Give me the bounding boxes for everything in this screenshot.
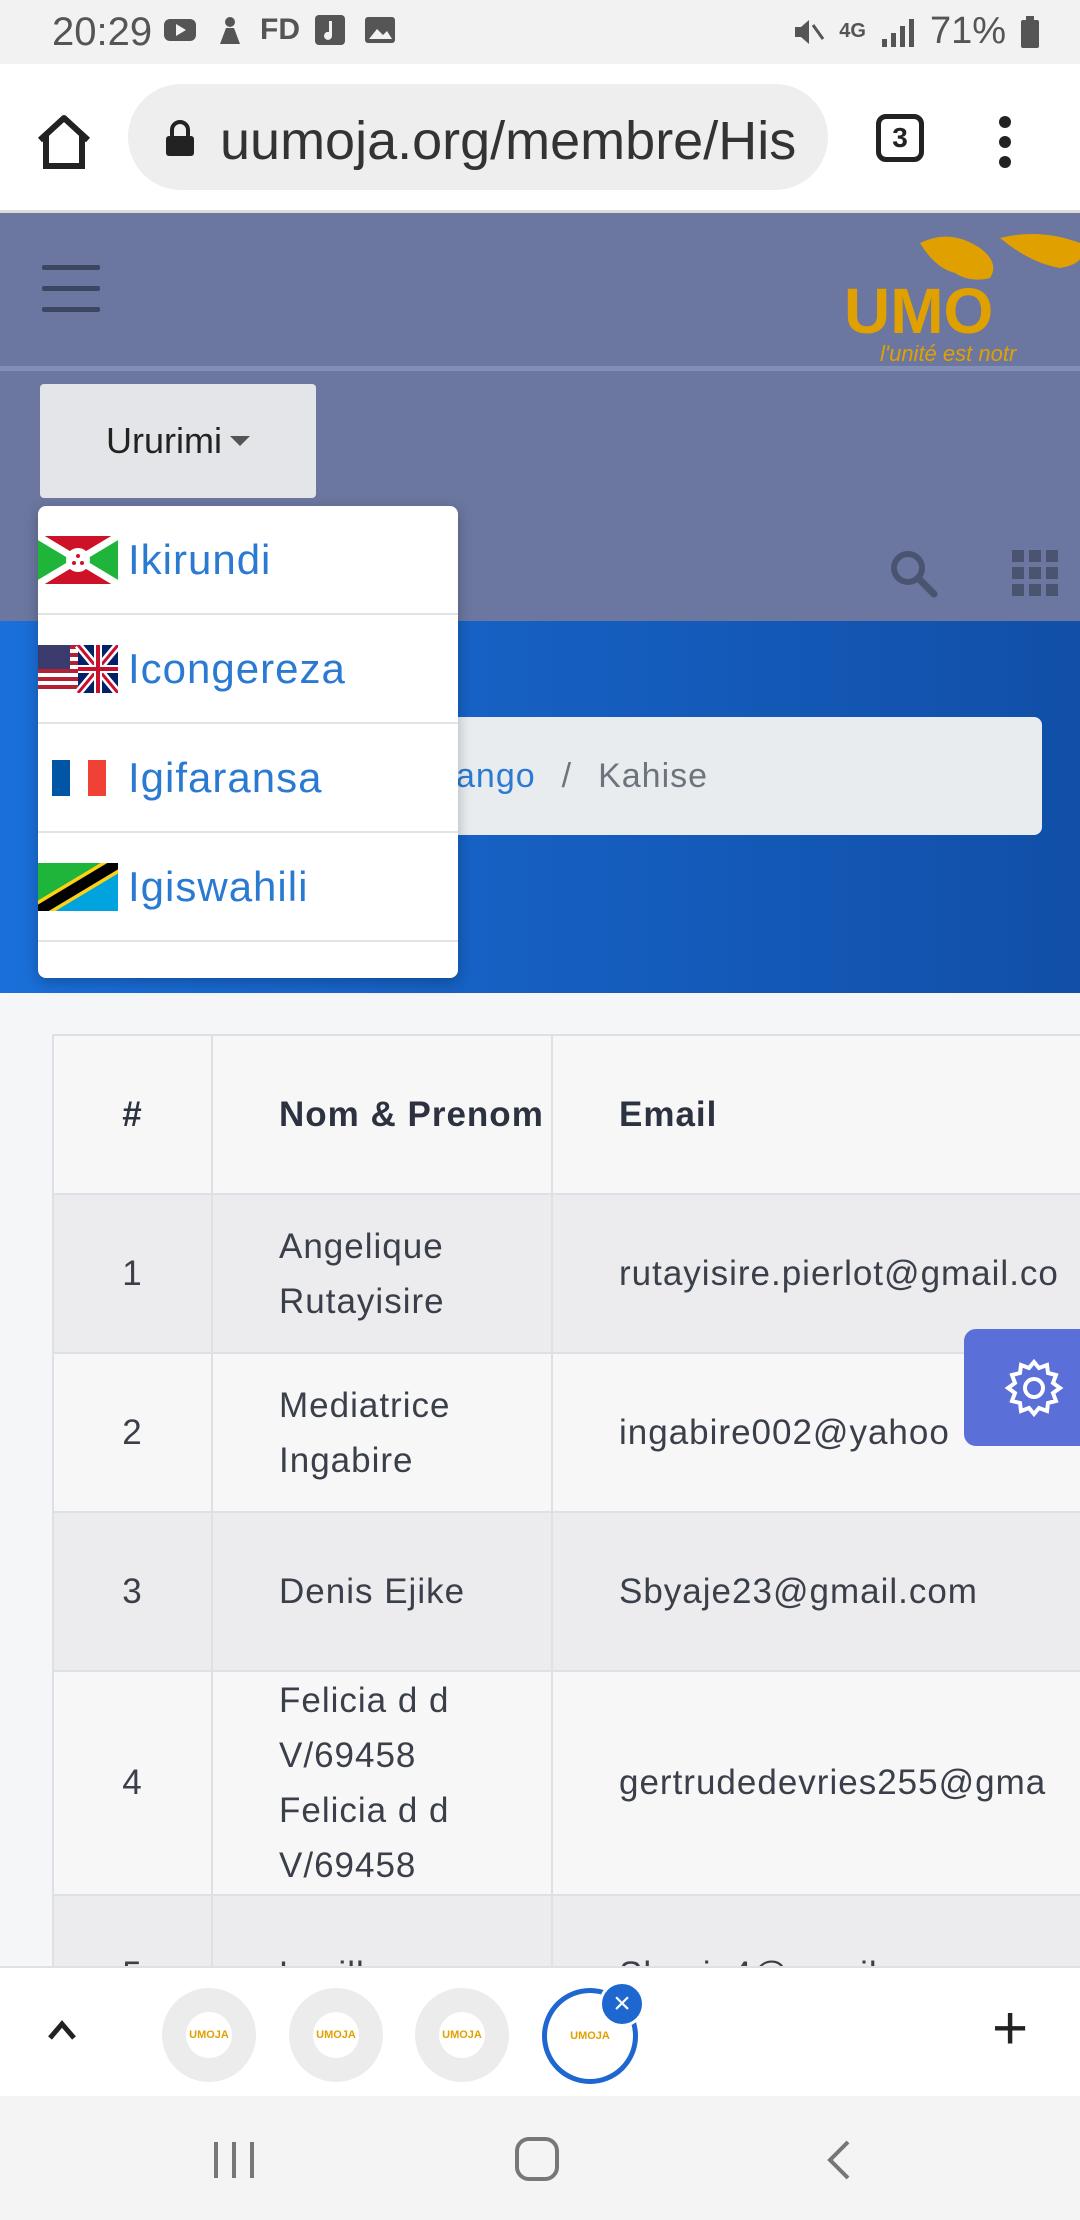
breadcrumb-home-link[interactable]: ango — [456, 757, 536, 796]
recent-apps-icon[interactable] — [212, 2140, 256, 2180]
network-type: 4G — [839, 20, 866, 42]
tab-thumbnail[interactable]: UMOJA — [162, 1988, 256, 2082]
apps-grid-icon[interactable] — [1012, 550, 1058, 596]
status-bar: 20:29 FD 4G 71% — [0, 0, 1080, 64]
column-header-name[interactable]: Nom & Prenom — [211, 1034, 553, 1195]
tab-favicon: UMOJA — [439, 2012, 485, 2058]
gallery-icon — [365, 17, 395, 43]
language-dropdown-button[interactable]: Ururimi — [40, 384, 316, 498]
new-tab-icon[interactable]: + — [992, 1998, 1028, 2060]
table-row: 1 Angelique Rutayisire rutayisire.pierlot… — [52, 1193, 1080, 1354]
row-number: 4 — [52, 1670, 213, 1896]
mute-icon — [795, 19, 825, 44]
logo-tagline: l'unité est notr — [880, 341, 1018, 363]
caret-down-icon — [229, 436, 250, 446]
tanzania-flag-icon — [38, 862, 118, 911]
browser-tab-strip: UMOJA UMOJA UMOJA UMOJA × + — [0, 1966, 1080, 2098]
column-header-number[interactable]: # — [52, 1034, 213, 1195]
signal-icon — [881, 18, 914, 47]
back-nav-icon[interactable] — [824, 2138, 854, 2182]
status-right: 4G 71% — [791, 10, 1040, 53]
more-menu-icon[interactable] — [990, 112, 1020, 172]
name-line: Rutayisire — [279, 1281, 445, 1321]
chevron-up-icon[interactable] — [44, 2012, 80, 2048]
row-number: 3 — [52, 1511, 213, 1672]
close-tab-icon[interactable]: × — [599, 1981, 645, 2027]
tab-switcher-button[interactable]: 3 — [876, 114, 924, 162]
address-bar[interactable]: uumoja.org/membre/His — [128, 84, 828, 190]
app-notification-icon — [220, 17, 240, 44]
search-icon[interactable] — [888, 548, 938, 598]
language-option-igifaransa[interactable]: Igifaransa — [38, 724, 458, 833]
tab-thumbnail[interactable]: UMOJA — [415, 1988, 509, 2082]
members-table-container: # Nom & Prenom Email 1 Angelique Rutayisi… — [52, 1034, 1080, 2055]
row-name: Angelique Rutayisire — [211, 1193, 553, 1354]
lock-icon — [166, 120, 194, 156]
language-option-label: Icongereza — [128, 644, 346, 692]
row-number: 2 — [52, 1352, 213, 1513]
members-table: # Nom & Prenom Email 1 Angelique Rutayisi… — [52, 1034, 1080, 2055]
url-text: uumoja.org/membre/His — [220, 111, 797, 171]
system-navigation-bar — [0, 2096, 1080, 2220]
language-option-ikirundi[interactable]: Ikirundi — [38, 506, 458, 615]
breadcrumb-current: Kahise — [598, 756, 709, 795]
home-icon[interactable] — [32, 110, 96, 174]
name-line: Ingabire — [279, 1440, 414, 1480]
tab-thumbnail[interactable]: UMOJA — [289, 1988, 383, 2082]
table-header-row: # Nom & Prenom Email — [52, 1034, 1080, 1195]
table-row: 2 Mediatrice Ingabire ingabire002@yahoo — [52, 1352, 1080, 1513]
name-line: Mediatrice — [279, 1385, 451, 1425]
settings-floating-button[interactable] — [964, 1329, 1080, 1446]
uk-us-flag-icon — [38, 644, 118, 693]
row-email: Sbyaje23@gmail.com — [551, 1511, 1080, 1672]
logo-text: UMO — [844, 275, 993, 347]
gear-icon — [1004, 1358, 1064, 1417]
language-option-label: Igiswahili — [128, 862, 309, 910]
youtube-icon — [164, 19, 196, 41]
hamburger-menu-icon[interactable] — [42, 265, 100, 313]
music-icon — [315, 15, 345, 45]
table-row: 3 Denis Ejike Sbyaje23@gmail.com — [52, 1511, 1080, 1672]
name-line: Felicia d d — [279, 1791, 450, 1830]
home-nav-icon[interactable] — [514, 2136, 560, 2182]
fd-icon: FD — [260, 13, 300, 46]
language-option-label: Igifaransa — [128, 753, 323, 801]
row-name: Mediatrice Ingabire — [211, 1352, 553, 1513]
language-option-label: Ikirundi — [128, 535, 272, 583]
row-number: 1 — [52, 1193, 213, 1354]
row-name: Denis Ejike — [211, 1511, 553, 1672]
notification-icons: FD — [162, 12, 398, 48]
site-header: UMO l'unité est notr — [0, 213, 1080, 369]
burundi-flag-icon — [38, 535, 118, 584]
row-email: gertrudedevries255@gma — [551, 1670, 1080, 1896]
browser-toolbar: uumoja.org/membre/His 3 — [0, 64, 1080, 213]
battery-percent: 71% — [929, 10, 1006, 52]
language-option-igiswahili[interactable]: Igiswahili — [38, 833, 458, 942]
name-line: Denis Ejike — [279, 1572, 466, 1611]
name-line: V/69458 — [279, 1846, 417, 1885]
tab-thumbnail-active[interactable]: UMOJA × — [542, 1981, 645, 2084]
column-header-email[interactable]: Email — [551, 1034, 1080, 1195]
status-time: 20:29 — [52, 10, 153, 54]
language-button-label: Ururimi — [106, 420, 222, 461]
breadcrumb-separator: / — [561, 756, 573, 795]
tab-favicon: UMOJA — [313, 2012, 359, 2058]
row-name: Felicia d d V/69458 Felicia d d V/69458 — [211, 1670, 553, 1896]
umoja-logo[interactable]: UMO l'unité est notr — [840, 223, 1080, 363]
language-option-icongereza[interactable]: Icongereza — [38, 615, 458, 724]
france-flag-icon — [38, 753, 118, 802]
table-row: 4 Felicia d d V/69458 Felicia d d V/69458 g… — [52, 1670, 1080, 1896]
name-line: V/69458 — [279, 1736, 417, 1775]
name-line: Felicia d d — [279, 1681, 450, 1720]
tab-favicon: UMOJA — [186, 2012, 232, 2058]
battery-icon — [1021, 15, 1039, 48]
name-line: Angelique — [279, 1226, 444, 1266]
language-dropdown-menu: Ikirundi Icongereza Igifaransa Igiswahil… — [38, 506, 458, 978]
